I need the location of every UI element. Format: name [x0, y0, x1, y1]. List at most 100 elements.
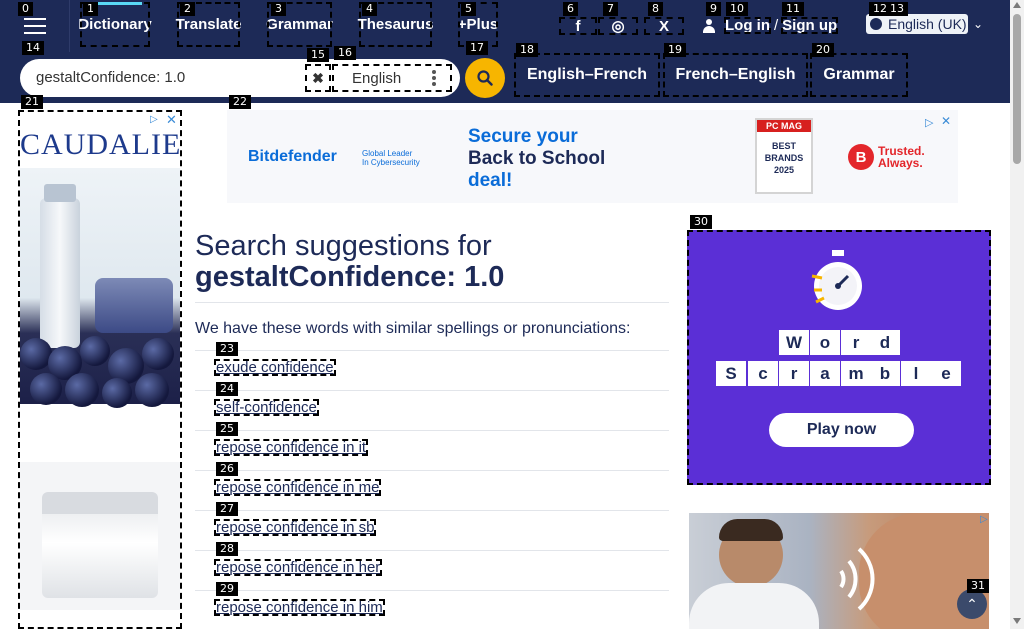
marker-label: 30 [690, 215, 712, 229]
language-selector[interactable]: English (UK) [866, 14, 968, 34]
divider [195, 590, 669, 591]
marker-label: 18 [516, 43, 538, 57]
suggestion-link[interactable]: repose confidence in sb [214, 519, 377, 536]
signup-link[interactable]: Sign up [781, 17, 839, 34]
marker-label: 9 [706, 2, 721, 16]
facebook-icon: f [575, 17, 581, 35]
word-tile: l [901, 361, 931, 386]
chevron-up-icon: ⌃ [966, 595, 978, 612]
marker-label: 3 [271, 2, 286, 16]
chevron-down-icon[interactable]: ⌄ [973, 17, 983, 31]
marker-label: 6 [563, 2, 578, 16]
word-tile: e [931, 361, 961, 386]
scroll-down-arrow-icon[interactable] [1013, 618, 1021, 624]
more-options-icon [432, 70, 436, 86]
marker-label: 10 [726, 2, 748, 16]
divider [195, 430, 669, 431]
login-link[interactable]: Log in [724, 17, 771, 34]
marker-label: 26 [216, 462, 238, 476]
adchoices-icon[interactable]: ▷ [980, 514, 988, 525]
scrollbar-thumb[interactable] [1013, 14, 1021, 164]
ad-close-icon[interactable]: ✕ [166, 112, 177, 128]
suggestions-intro: We have these words with similar spellin… [195, 320, 631, 337]
marker-label: 11 [782, 2, 804, 16]
marker-label: 1 [83, 2, 98, 16]
word-tile: d [870, 330, 900, 355]
suggestion-link[interactable]: repose confidence in him [214, 599, 385, 616]
ad-product-jar-image [20, 462, 180, 610]
marker-label: 23 [216, 342, 238, 356]
marker-label: 4 [362, 2, 377, 16]
divider [195, 550, 669, 551]
marker-label: 13 [886, 2, 908, 16]
ad-bitdefender-tagline: Global Leader In Cybersecurity [362, 149, 420, 167]
x-icon: X [658, 17, 669, 35]
adchoices-icon[interactable]: ▷ [925, 116, 933, 129]
login-separator: / [774, 17, 779, 34]
nav-grammar-label: Grammar [266, 16, 333, 33]
marker-label: 15 [307, 48, 329, 62]
marker-label: 16 [334, 46, 356, 60]
dictionary-select[interactable]: English [332, 64, 452, 92]
close-icon: ✖ [312, 69, 324, 86]
word-tile: c [748, 361, 778, 386]
marker-label: 2 [180, 2, 195, 16]
x-link[interactable]: X [644, 17, 684, 35]
search-input[interactable] [36, 62, 296, 92]
ad-close-icon[interactable]: ✕ [941, 114, 951, 128]
word-tile: r [841, 330, 871, 355]
word-tile: S [716, 361, 746, 386]
marker-label: 22 [229, 95, 251, 109]
page-scrollbar[interactable] [1010, 0, 1024, 629]
tab-grammar[interactable]: Grammar [810, 53, 908, 97]
suggestion-link[interactable]: repose confidence in it [214, 439, 369, 456]
instagram-link[interactable]: ◎ [598, 17, 638, 35]
marker-label: 19 [664, 43, 686, 57]
facebook-link[interactable]: f [559, 17, 597, 35]
ad-product-image [20, 168, 180, 408]
word-tile: W [779, 330, 809, 355]
nav-plus-label: +Plus [457, 16, 499, 33]
divider [195, 390, 669, 391]
marker-label: 7 [603, 2, 618, 16]
marker-label: 8 [648, 2, 663, 16]
marker-label: 21 [21, 95, 43, 109]
word-tile: o [810, 330, 840, 355]
marker-label: 31 [967, 579, 989, 593]
marker-label: 20 [812, 43, 834, 57]
user-icon [702, 18, 716, 33]
suggestion-link[interactable]: repose confidence in her [214, 559, 383, 576]
tab-french-english[interactable]: French–English [663, 53, 808, 97]
marker-label: 24 [216, 382, 238, 396]
scroll-to-top-button[interactable]: ⌃ [957, 589, 987, 619]
ad-pcmag-badge: PC MAG BEST BRANDS 2025 [755, 118, 813, 194]
search-button[interactable] [465, 58, 505, 98]
adchoices-icon[interactable]: ▷ [150, 114, 158, 125]
tab-grammar-label: Grammar [823, 66, 895, 83]
ad-headline: Secure your Back to School deal! [468, 126, 606, 191]
clear-search-button[interactable]: ✖ [305, 64, 331, 92]
divider [195, 510, 669, 511]
word-tile: r [779, 361, 809, 386]
suggestion-link[interactable]: exude confidence [214, 359, 336, 376]
suggestion-link[interactable]: repose confidence in me [214, 479, 382, 496]
suggestion-link[interactable]: self-confidence [214, 399, 319, 416]
tab-english-french-label: English–French [526, 66, 648, 83]
marker-label: 29 [216, 582, 238, 596]
right-bottom-advertisement[interactable] [689, 513, 989, 629]
scroll-up-arrow-icon[interactable] [1013, 2, 1021, 8]
marker-label: 28 [216, 542, 238, 556]
nav-dictionary-label: Dictionary [78, 16, 152, 33]
word-tile: a [810, 361, 840, 386]
tab-english-french[interactable]: English–French [514, 53, 660, 97]
play-now-button[interactable]: Play now [769, 413, 914, 447]
instagram-icon: ◎ [611, 18, 625, 35]
word-tile: m [841, 361, 871, 386]
marker-label: 14 [22, 41, 44, 55]
globe-icon [870, 18, 882, 30]
divider [195, 350, 669, 351]
account-area: Log in / Sign up [702, 17, 839, 34]
divider [195, 470, 669, 471]
nav-thesaurus-label: Thesaurus [357, 16, 434, 33]
ad-brand-logo: CAUDALIE [20, 128, 182, 161]
